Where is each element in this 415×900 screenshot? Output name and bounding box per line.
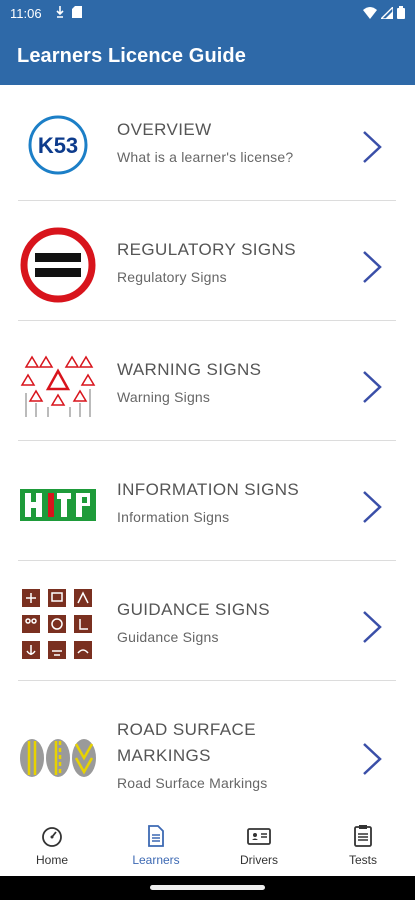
list-item-road-surface-markings[interactable]: ROAD SURFACE MARKINGS Road Surface Marki…: [0, 685, 415, 812]
divider: [18, 680, 396, 681]
list-item-information-signs[interactable]: INFORMATION SIGNS Information Signs: [0, 445, 415, 565]
signal-icon: [381, 6, 393, 19]
nav-home[interactable]: Home: [2, 812, 102, 876]
item-title: INFORMATION SIGNS: [117, 480, 300, 499]
warning-signs-icon: [20, 355, 96, 417]
nav-learners-label: Learners: [132, 853, 180, 867]
item-subtitle: Road Surface Markings: [117, 775, 268, 791]
item-title-line1: ROAD SURFACE: [117, 720, 256, 739]
item-title-line2: MARKINGS: [117, 746, 211, 765]
document-icon: [148, 825, 164, 847]
chevron-right-icon[interactable]: [358, 369, 386, 405]
nav-drivers[interactable]: Drivers: [209, 812, 309, 876]
page-title: Learners Licence Guide: [17, 45, 246, 67]
chevron-right-icon[interactable]: [358, 609, 386, 645]
chevron-right-icon[interactable]: [358, 741, 386, 777]
k53-logo-text: K53: [38, 133, 78, 158]
system-navigation-bar: [0, 876, 415, 900]
divider: [18, 440, 396, 441]
regulatory-sign-icon: [20, 227, 96, 303]
list-item-guidance-signs[interactable]: GUIDANCE SIGNS Guidance Signs: [0, 565, 415, 685]
status-time: 11:06: [10, 6, 42, 21]
wifi-icon: [363, 6, 377, 19]
chevron-right-icon[interactable]: [358, 249, 386, 285]
chevron-right-icon[interactable]: [358, 129, 386, 165]
battery-icon: [397, 6, 405, 19]
nav-learners[interactable]: Learners: [106, 812, 206, 876]
list-item-warning-signs[interactable]: WARNING SIGNS Warning Signs: [0, 325, 415, 445]
item-title: WARNING SIGNS: [117, 360, 262, 379]
item-subtitle: Guidance Signs: [117, 629, 219, 645]
status-bar: 11:06: [0, 0, 415, 28]
clipboard-icon: [354, 825, 372, 847]
nav-drivers-label: Drivers: [240, 853, 278, 867]
sd-card-icon: [72, 6, 82, 18]
download-icon: [56, 6, 64, 18]
item-subtitle: Information Signs: [117, 509, 230, 525]
item-title: OVERVIEW: [117, 120, 212, 139]
home-gesture-handle[interactable]: [150, 885, 265, 890]
list-item-overview[interactable]: K53 OVERVIEW What is a learner's license…: [0, 85, 415, 205]
k53-logo-icon: K53: [28, 115, 88, 175]
guidance-signs-icon: [22, 589, 92, 659]
item-subtitle: Warning Signs: [117, 389, 211, 405]
nav-tests-label: Tests: [348, 853, 377, 867]
item-title: GUIDANCE SIGNS: [117, 600, 270, 619]
item-subtitle: Regulatory Signs: [117, 269, 227, 285]
speedometer-icon: [42, 827, 62, 847]
divider: [18, 320, 396, 321]
item-subtitle: What is a learner's license?: [117, 149, 294, 165]
license-card-icon: [247, 828, 271, 845]
item-title: REGULATORY SIGNS: [117, 240, 296, 259]
divider: [18, 560, 396, 561]
divider: [18, 200, 396, 201]
app-bar: Learners Licence Guide: [0, 28, 415, 85]
information-signs-icon: [20, 489, 96, 521]
road-surface-markings-icon: [20, 739, 96, 777]
category-list[interactable]: K53 OVERVIEW What is a learner's license…: [0, 85, 415, 812]
nav-home-label: Home: [35, 853, 68, 867]
nav-tests[interactable]: Tests: [313, 812, 413, 876]
list-item-regulatory-signs[interactable]: REGULATORY SIGNS Regulatory Signs: [0, 205, 415, 325]
chevron-right-icon[interactable]: [358, 489, 386, 525]
bottom-navigation: Home Learners Drivers Tests: [0, 812, 415, 876]
